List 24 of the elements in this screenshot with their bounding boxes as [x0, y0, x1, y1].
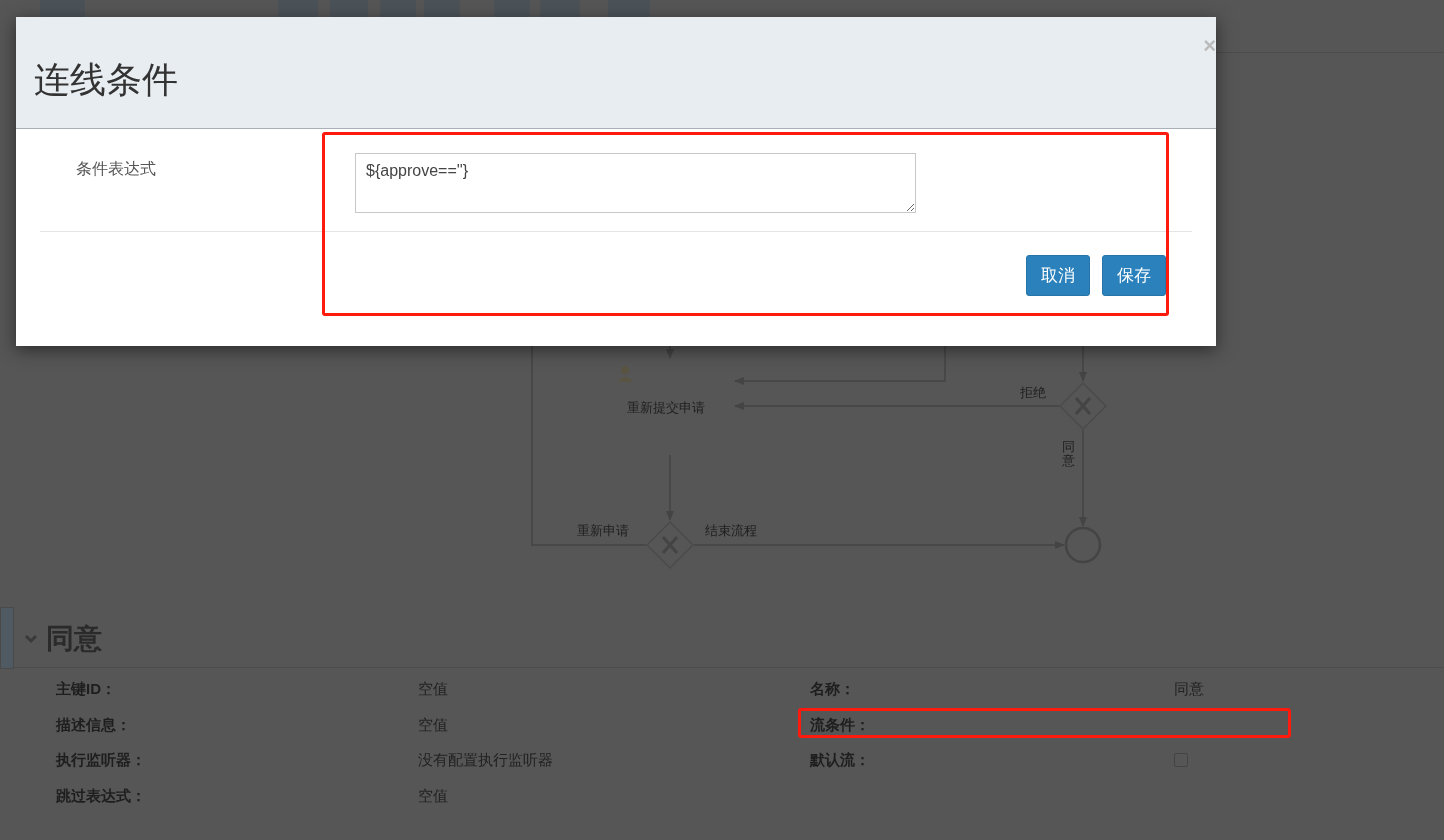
chevron-icon[interactable]: [24, 634, 38, 644]
toolbar-button[interactable]: [540, 0, 580, 17]
property-label: 执行监听器：: [56, 750, 146, 770]
toolbar-button[interactable]: [380, 0, 416, 17]
toolbar-button[interactable]: [40, 0, 85, 17]
property-label: 跳过表达式：: [56, 785, 146, 806]
field-label: 条件表达式: [76, 159, 156, 179]
dialog-button[interactable]: 保存: [1102, 255, 1166, 296]
property-label: 默认流：: [810, 750, 870, 770]
connector-line: [1079, 345, 1087, 382]
dialog-button[interactable]: 取消: [1026, 255, 1090, 296]
property-label: 流条件：: [810, 714, 870, 735]
toolbar-button[interactable]: [424, 0, 460, 17]
toolbar-button[interactable]: [330, 0, 368, 17]
property-label: 主键ID：: [56, 679, 116, 699]
panel-tab[interactable]: [0, 607, 14, 669]
expression-field[interactable]: ${approve==''}: [355, 153, 916, 213]
connector-line: [666, 345, 674, 359]
property-label: 名称：: [810, 679, 855, 699]
dialog-title: 连线条件: [34, 57, 178, 102]
property-label: 描述信息：: [56, 714, 131, 735]
toolbar-button[interactable]: [494, 0, 530, 17]
toolbar-button[interactable]: [278, 0, 318, 17]
toolbar-button[interactable]: [608, 0, 650, 17]
